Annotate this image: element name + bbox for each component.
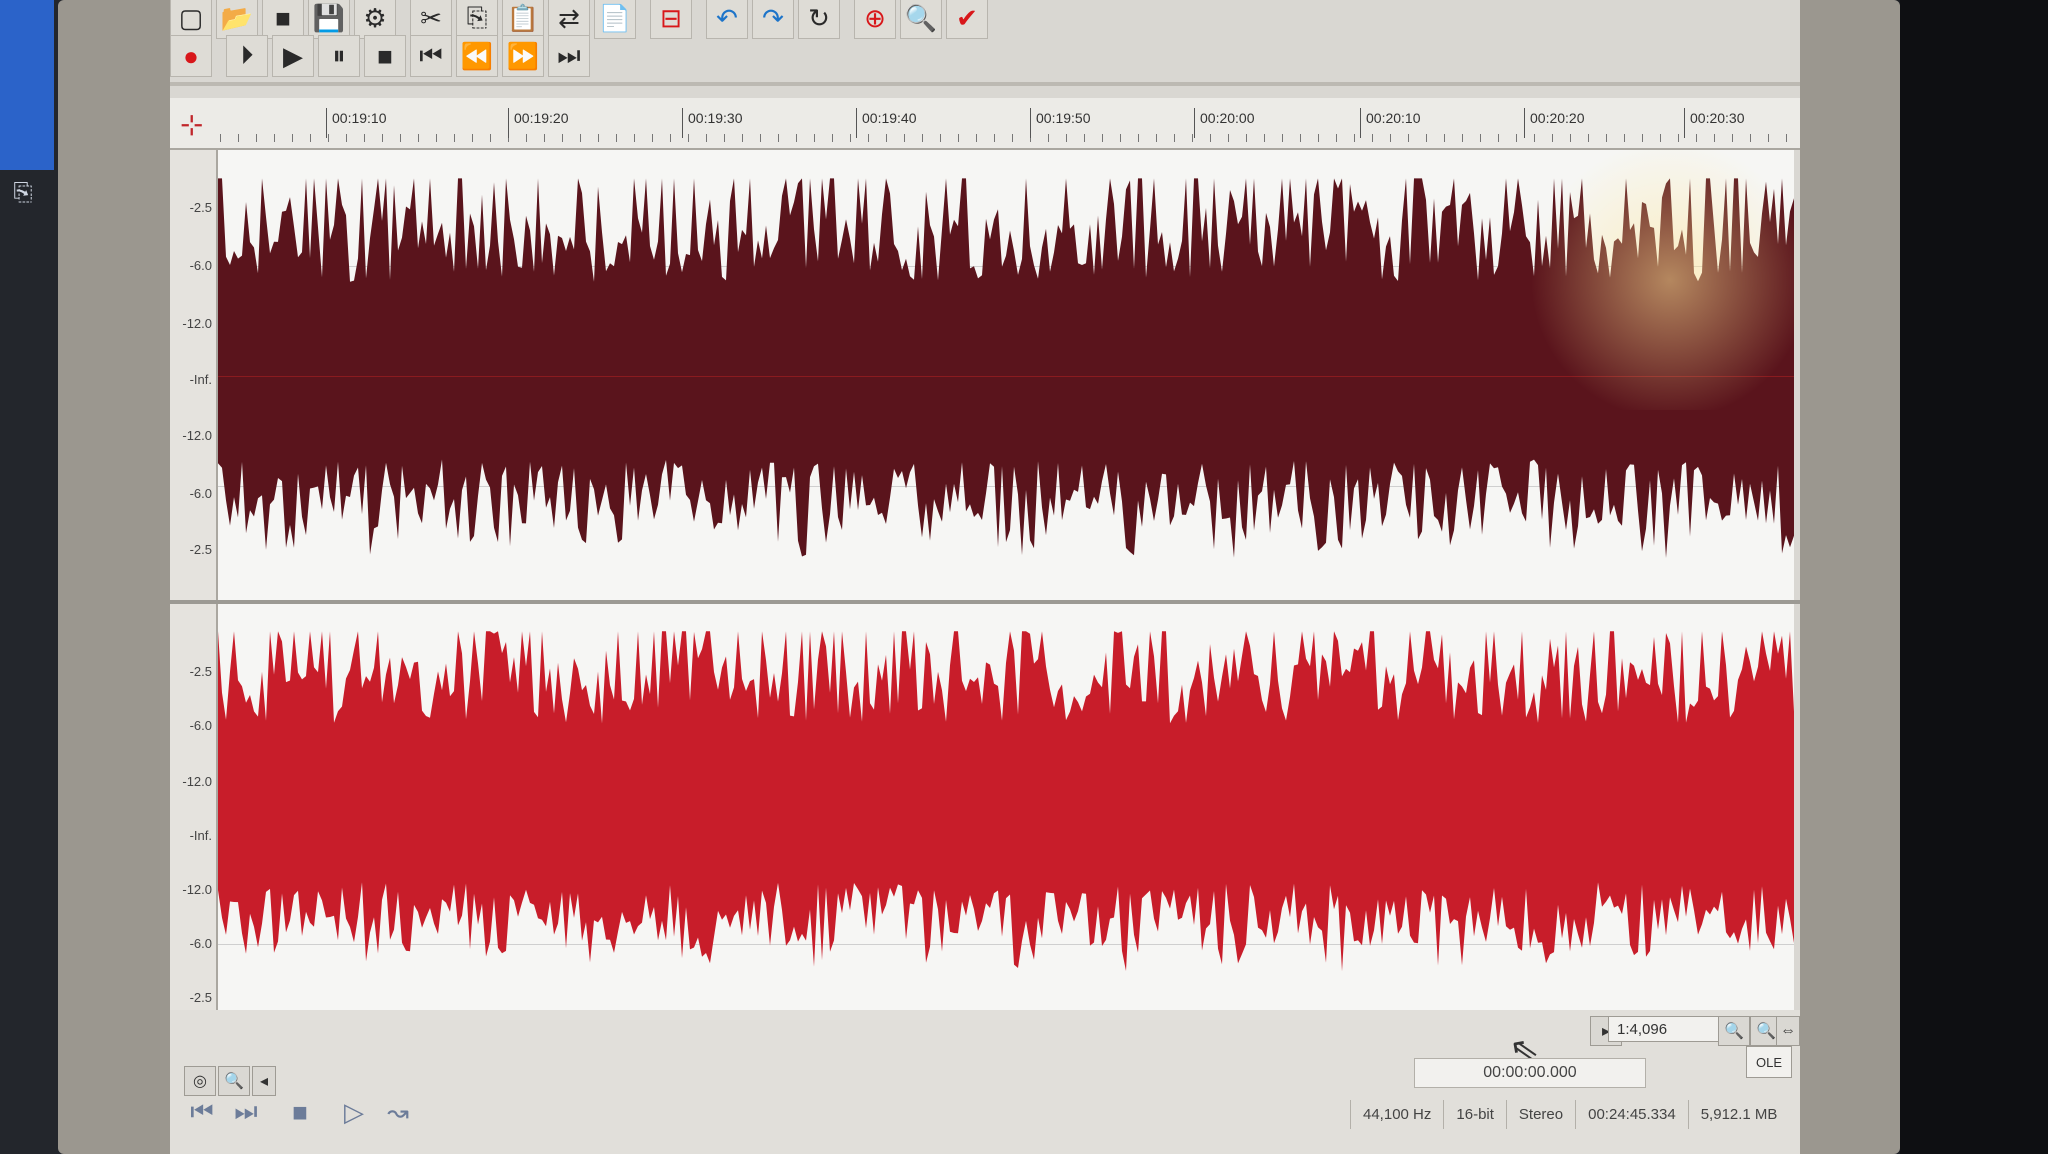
waveform-channel-left[interactable] [218,150,1794,600]
db-label: -2.5 [189,990,212,1005]
play-icon[interactable]: ▶ [272,35,314,77]
waveform-envelope [218,178,1794,558]
bottom-transport: ⏮ ⏭ ■ ▷ ↝ [182,1092,422,1132]
sample-rate: 44,100 Hz [1350,1100,1443,1129]
waveform-channel-right[interactable] [218,604,1794,1010]
db-label: -6.0 [189,718,212,733]
waveform-left [218,178,1794,558]
ruler-tick: 00:20:00 [1194,108,1255,138]
ole-button[interactable]: OLE [1746,1046,1792,1078]
fast-forward-icon[interactable]: ⏩ [502,35,544,77]
go-start-icon[interactable]: ⏮ [410,35,452,77]
go-start-icon[interactable]: ⏮ [182,1092,222,1132]
trim-icon[interactable]: ⊟ [650,0,692,39]
db-scale-bottom: -2.5 -6.0 -12.0 -Inf. -12.0 -6.0 -2.5 [170,604,218,1010]
record-icon[interactable]: ● [170,35,212,77]
file-size: 5,912.1 MB [1687,1100,1790,1129]
play-looped-icon[interactable]: ↝ [378,1092,418,1132]
repeat-icon[interactable]: ↻ [798,0,840,39]
toolbar-transport: ● ⏵ ▶ ⏸ ■ ⏮ ⏪ ⏩ ⏭ [170,32,594,80]
ruler-tick: 00:19:50 [1030,108,1091,138]
sound-forge-window: ▢ 📂 ■ 💾 ⚙ ✂ ⎘ 📋 ⇄ 📄 ⊟ ↶ ↷ ↻ ⊕ 🔍 ✔ ● ⏵ ▶ … [170,0,1800,1154]
db-scale-top: -2.5 -6.0 -12.0 -Inf. -12.0 -6.0 -2.5 [170,150,218,600]
stop-icon[interactable]: ■ [364,35,406,77]
zoom-out-icon[interactable]: 🔍 [1718,1016,1750,1046]
db-label: -6.0 [189,486,212,501]
db-label: -2.5 [189,542,212,557]
go-end-icon[interactable]: ⏭ [226,1092,266,1132]
toolbar-border [170,82,1800,86]
status-bar: 44,100 Hz 16-bit Stereo 00:24:45.334 5,9… [1350,1100,1789,1129]
rewind-icon[interactable]: ⏪ [456,35,498,77]
center-line [218,376,1794,377]
ruler-cursor-icon[interactable]: ⊹ [180,108,203,141]
undo-icon[interactable]: ↶ [706,0,748,39]
db-label: -12.0 [182,774,212,789]
marker-icon[interactable]: ⊕ [854,0,896,39]
cursor-time-field[interactable]: 00:00:00.000 [1414,1058,1646,1088]
pause-icon[interactable]: ⏸ [318,35,360,77]
db-label: -6.0 [189,936,212,951]
play-icon[interactable]: ▷ [334,1092,374,1132]
db-label: -12.0 [182,882,212,897]
bit-depth: 16-bit [1443,1100,1506,1129]
ruler-tick: 00:19:20 [508,108,569,138]
ruler-tick: 00:20:20 [1524,108,1585,138]
paste-new-icon[interactable]: 📄 [594,0,636,39]
db-label: -2.5 [189,200,212,215]
db-label: -12.0 [182,316,212,331]
db-label: -6.0 [189,258,212,273]
waveform-envelope [218,631,1794,972]
zoom-arrows-icon[interactable]: ⇔ [1776,1016,1800,1046]
db-label: -Inf. [189,372,212,387]
go-end-icon[interactable]: ⏭ [548,35,590,77]
channel-mode: Stereo [1505,1100,1575,1129]
ruler-tick: 00:19:40 [856,108,917,138]
play-all-icon[interactable]: ⏵ [226,35,268,77]
zoom-icon[interactable]: 🔍 [900,0,942,39]
desktop-tray-icon[interactable]: ⎘ [6,176,40,210]
time-ruler[interactable]: ⊹ 00:19:10 00:19:20 00:19:30 00:19:40 00… [170,98,1800,150]
file-length: 00:24:45.334 [1575,1100,1688,1129]
desktop-left-edge: ⎘ [0,0,62,1154]
ruler-minor-ticks [220,134,1794,142]
desktop-right-edge [1900,0,2048,1154]
ruler-tick: 00:20:30 [1684,108,1745,138]
desktop-background [0,0,54,170]
ruler-tick: 00:19:30 [682,108,743,138]
ruler-tick: 00:20:10 [1360,108,1421,138]
check-icon[interactable]: ✔ [946,0,988,39]
stop-icon[interactable]: ■ [280,1092,320,1132]
db-label: -12.0 [182,428,212,443]
ruler-tick: 00:19:10 [326,108,387,138]
waveform-right [218,631,1794,972]
redo-icon[interactable]: ↷ [752,0,794,39]
db-label: -Inf. [189,828,212,843]
db-label: -2.5 [189,664,212,679]
status-area: ▸ 1:4,096 🔍 🔍 ⇔ ◎ 🔍 ◂ ⇖ 00:00:00.000 OLE… [170,1010,1800,1154]
